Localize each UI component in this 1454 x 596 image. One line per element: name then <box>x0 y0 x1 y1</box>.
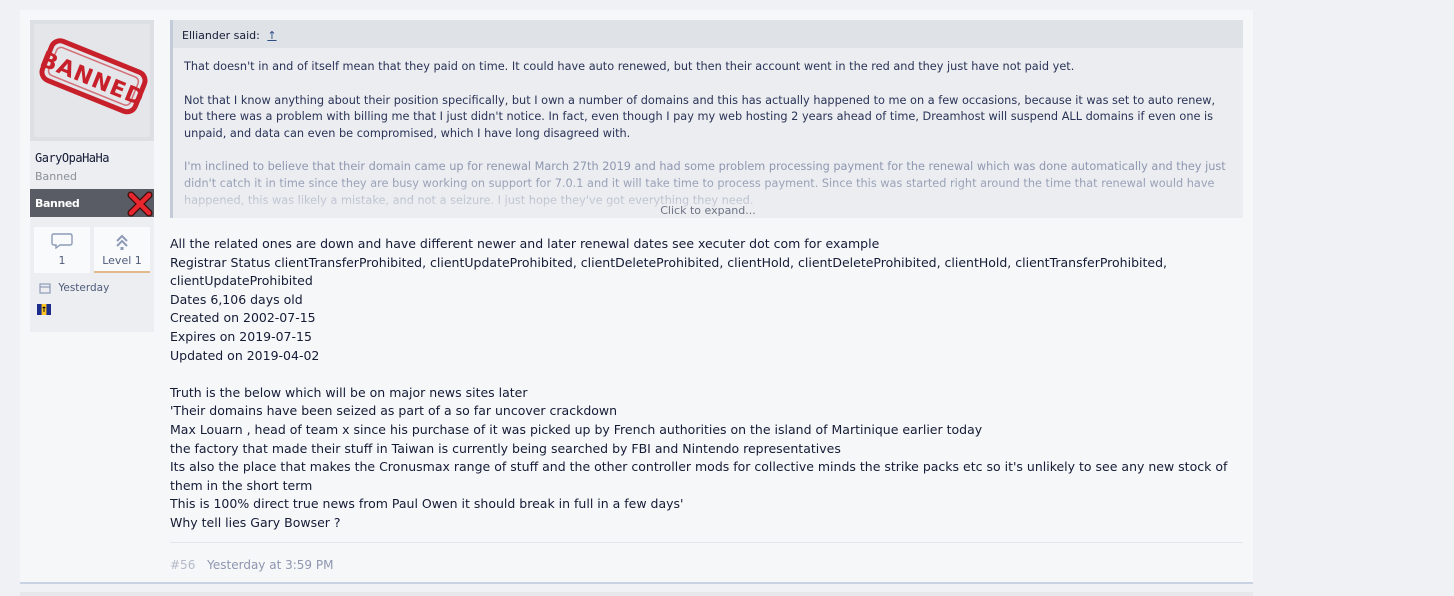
message-line: Expires on 2019-07-15 <box>170 328 312 344</box>
quote-header: Elliander said: ↑ <box>173 20 1243 48</box>
message-line: 'Their domains have been seized as part … <box>170 403 618 419</box>
banner-label: Banned <box>35 197 80 210</box>
jump-to-quote-link[interactable]: ↑ <box>267 29 276 42</box>
calendar-icon <box>39 283 51 294</box>
speech-bubble-icon <box>51 233 73 250</box>
click-to-expand-link[interactable]: Click to expand... <box>173 204 1243 217</box>
joined-date: Yesterday <box>39 282 109 294</box>
user-sidebar: BANNED GaryOpaHaHa Banned Banned 1 Level… <box>30 20 154 332</box>
username[interactable]: GaryOpaHaHa <box>35 151 109 165</box>
flag-icon <box>37 304 51 315</box>
message-line: Dates 6,106 days old <box>170 291 303 307</box>
svg-text:BANNED: BANNED <box>37 47 148 111</box>
double-chevron-up-icon <box>116 234 128 250</box>
avatar[interactable]: BANNED <box>30 20 154 141</box>
message-body: All the related ones are down and have d… <box>170 235 1243 533</box>
quote-paragraph: Not that I know anything about their pos… <box>184 93 1216 140</box>
message-line: Why tell lies Gary Bowser ? <box>170 514 341 530</box>
post-date-link[interactable]: Yesterday at 3:59 PM <box>207 558 333 572</box>
post-footer-divider <box>170 542 1243 543</box>
red-x-icon <box>127 191 153 217</box>
joined-text: Yesterday <box>58 282 110 294</box>
message-line: This is 100% direct true news from Paul … <box>170 496 684 512</box>
quote-paragraph: That doesn't in and of itself mean that … <box>184 60 1075 73</box>
quote-block: Elliander said: ↑ That doesn't in and of… <box>170 20 1243 218</box>
message-line: Created on 2002-07-15 <box>170 310 316 326</box>
message-line: All the related ones are down and have d… <box>170 236 880 251</box>
user-title: Banned <box>35 170 77 183</box>
message-line: Updated on 2019-04-02 <box>170 347 320 363</box>
level-stat[interactable]: Level 1 <box>94 227 150 273</box>
post-meta: #56 Yesterday at 3:59 PM <box>170 558 333 572</box>
post: BANNED GaryOpaHaHa Banned Banned 1 Level… <box>20 10 1253 584</box>
messages-stat[interactable]: 1 <box>34 227 90 273</box>
messages-count: 1 <box>58 254 66 267</box>
post-number-link[interactable]: #56 <box>170 558 195 572</box>
next-post-edge <box>20 592 1253 596</box>
banned-banner: Banned <box>30 189 154 217</box>
message-line: Registrar Status clientTransferProhibite… <box>170 254 1167 289</box>
message-line: the factory that made their stuff in Tai… <box>170 440 841 456</box>
message-line: Max Louarn , head of team x since his pu… <box>170 421 983 437</box>
level-label: Level 1 <box>102 254 142 267</box>
quote-author: Elliander said: <box>182 29 260 42</box>
message-line: Truth is the below which will be on majo… <box>170 384 528 400</box>
message-line: Its also the place that makes the Cronus… <box>170 459 1228 493</box>
banned-stamp: BANNED <box>34 24 150 137</box>
